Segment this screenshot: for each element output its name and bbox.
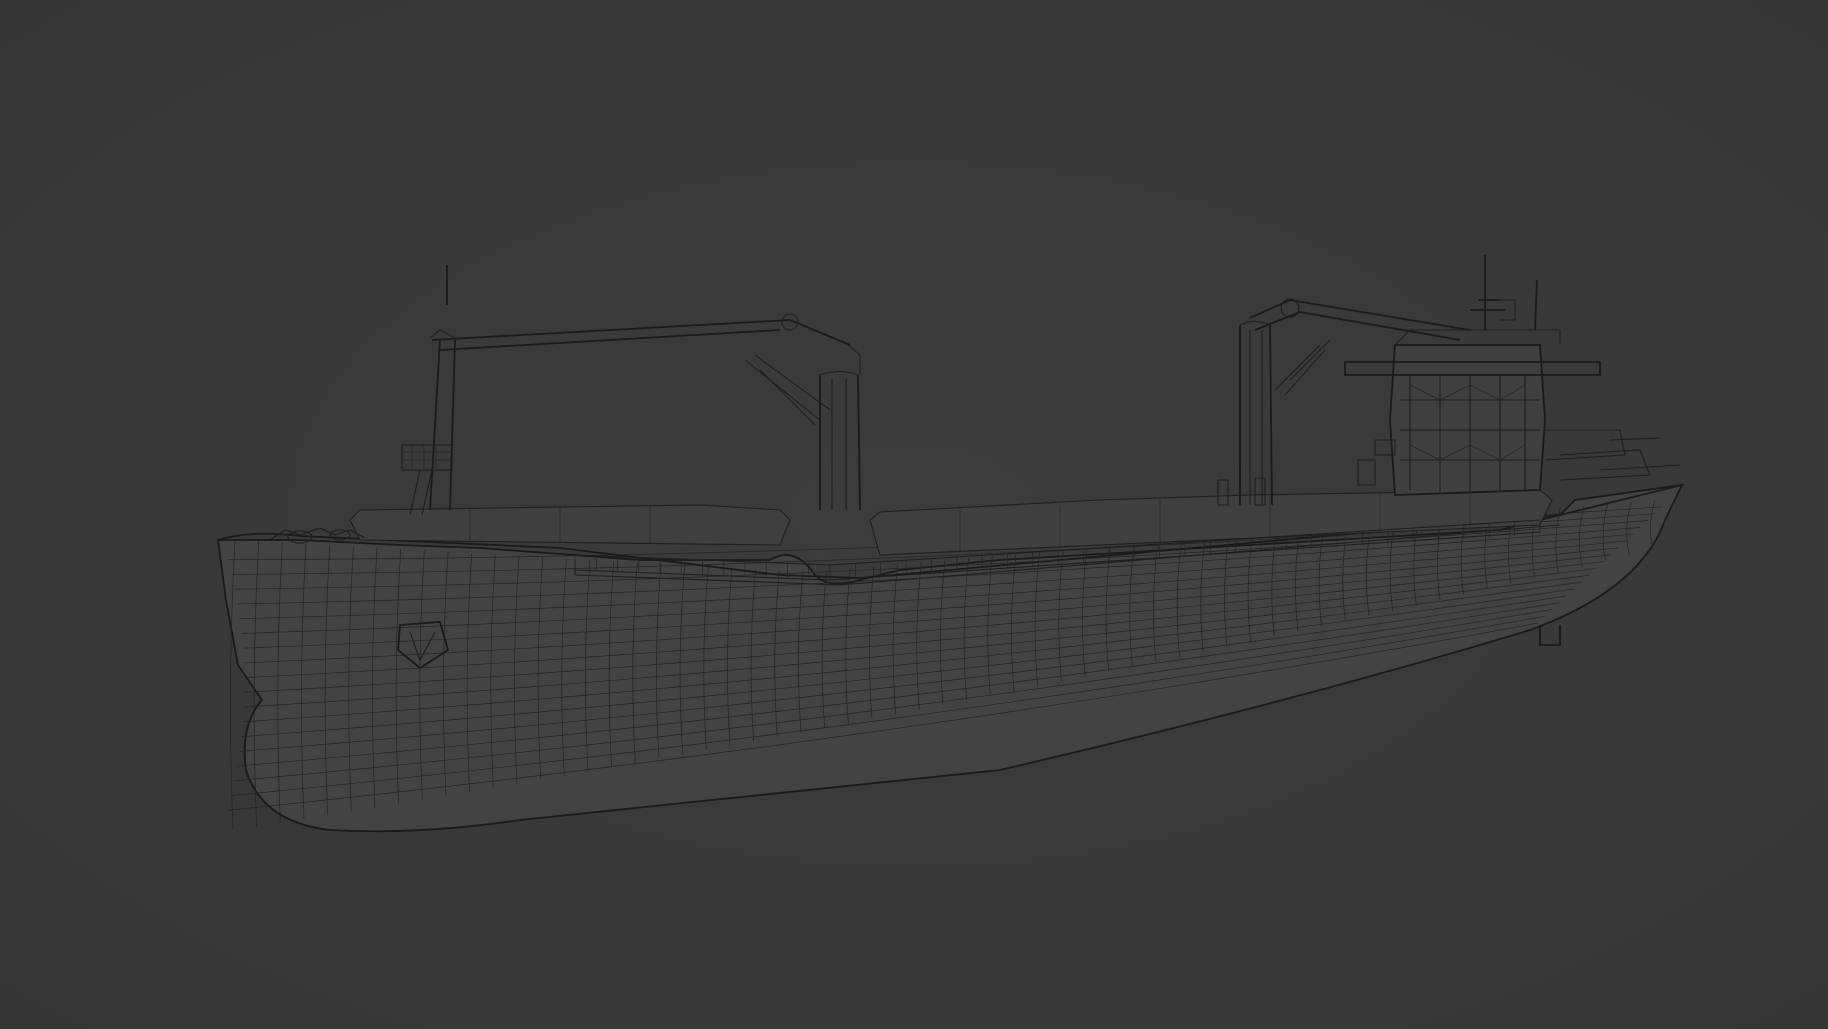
ship-wireframe-render (216, 255, 1684, 833)
3d-viewport[interactable] (0, 0, 1828, 1029)
forward-crane (401, 265, 861, 516)
